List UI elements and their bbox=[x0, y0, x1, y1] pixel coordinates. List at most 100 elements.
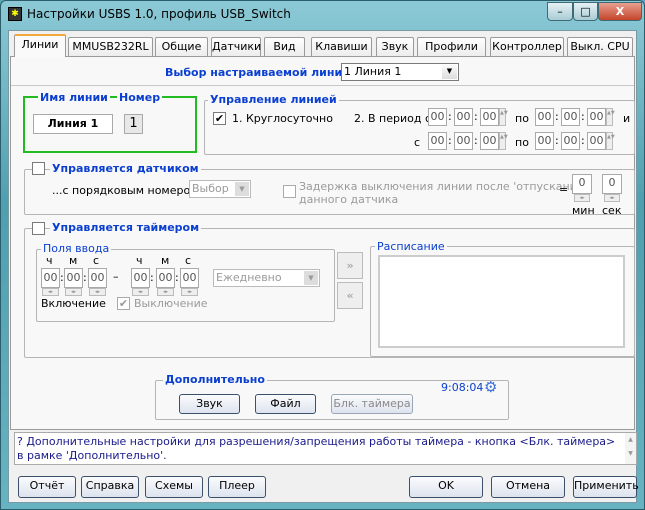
sensor-number-combo[interactable]: Выбор ▼ bbox=[189, 180, 251, 198]
min-label: мин bbox=[572, 204, 595, 217]
timer-title: Управляется таймером bbox=[50, 221, 202, 234]
apply-button[interactable]: Применить bbox=[573, 476, 639, 498]
colon: : bbox=[150, 271, 154, 284]
chevron-down-icon: ▼ bbox=[304, 271, 318, 285]
tab-7[interactable]: Звук bbox=[376, 37, 414, 57]
to-label-1: по bbox=[515, 112, 529, 125]
chevron-down-icon: ▼ bbox=[442, 65, 457, 79]
hint-scrollbar[interactable]: ▲ ▼ bbox=[625, 433, 636, 464]
time-unit-label: с bbox=[185, 254, 192, 267]
file-button[interactable]: Файл bbox=[255, 394, 316, 414]
add-schedule-button[interactable]: » bbox=[337, 252, 363, 279]
timer-spinner[interactable]: ◂▸ bbox=[42, 288, 59, 296]
off-label: Выключение bbox=[134, 297, 208, 310]
timer-checkbox[interactable] bbox=[32, 222, 45, 235]
sound-button[interactable]: Звук bbox=[179, 394, 240, 414]
colon: : bbox=[555, 110, 559, 123]
time-spinner[interactable]: ▲▼ bbox=[606, 132, 615, 150]
repeat-value: Ежедневно bbox=[216, 271, 282, 284]
timer-spinner[interactable]: ◂▸ bbox=[65, 288, 82, 296]
schemes-button[interactable]: Схемы bbox=[145, 476, 203, 498]
line-control-title: Управление линией bbox=[208, 93, 339, 106]
minimize-button[interactable]: – bbox=[547, 2, 573, 21]
block-timer-button[interactable]: Блк. таймера bbox=[331, 394, 413, 414]
close-button[interactable]: X bbox=[598, 2, 642, 21]
time-input[interactable]: 00 bbox=[428, 132, 447, 150]
timer-time-input[interactable]: 00 bbox=[131, 268, 150, 288]
min-spinner[interactable]: ◂▸ bbox=[574, 194, 590, 202]
time-spinner[interactable]: ▲▼ bbox=[499, 132, 508, 150]
time-unit-label: с bbox=[93, 254, 100, 267]
around-clock-label: 1. Круглосуточно bbox=[232, 112, 333, 125]
timer-time-input[interactable]: 00 bbox=[64, 268, 83, 288]
timer-spinner[interactable]: ◂▸ bbox=[181, 288, 198, 296]
tab-6[interactable]: Клавиши bbox=[311, 37, 372, 57]
window-title: Настройки USBS 1.0, профиль USB_Switch bbox=[27, 7, 291, 21]
tab-3[interactable]: Общие bbox=[155, 37, 208, 57]
off-checkbox[interactable]: ✔ bbox=[117, 297, 130, 310]
around-clock-checkbox[interactable]: ✔ bbox=[213, 112, 226, 125]
time-input[interactable]: 00 bbox=[561, 132, 580, 150]
tab-10[interactable]: Выкл. CPU bbox=[567, 37, 633, 57]
sensor-checkbox[interactable] bbox=[32, 162, 45, 175]
tab-2[interactable]: MMUSB232RL bbox=[68, 37, 153, 57]
from-label-2: с bbox=[414, 136, 421, 149]
schedule-title: Расписание bbox=[375, 240, 447, 253]
schedule-list[interactable] bbox=[378, 255, 625, 348]
time-input[interactable]: 00 bbox=[454, 108, 473, 126]
timer-spinner[interactable]: ◂▸ bbox=[132, 288, 149, 296]
time-input[interactable]: 00 bbox=[480, 132, 499, 150]
timer-time-input[interactable]: 00 bbox=[41, 268, 60, 288]
tab-5[interactable]: Вид bbox=[264, 37, 305, 57]
time-input[interactable]: 00 bbox=[535, 108, 554, 126]
delay-sec-input[interactable]: 0 bbox=[602, 174, 622, 194]
delay-label-1: Задержка выключения линии после 'отпуска… bbox=[299, 180, 587, 193]
equals-label: = bbox=[559, 183, 569, 196]
colon: : bbox=[175, 271, 179, 284]
line-name-input[interactable]: Линия 1 bbox=[33, 114, 113, 134]
hint-box: ? Дополнительные настройки для разрешени… bbox=[14, 432, 637, 465]
time-input[interactable]: 00 bbox=[454, 132, 473, 150]
repeat-combo[interactable]: Ежедневно ▼ bbox=[213, 269, 320, 287]
time-input[interactable]: 00 bbox=[535, 132, 554, 150]
tab-8[interactable]: Профили bbox=[417, 37, 486, 57]
colon: : bbox=[581, 110, 585, 123]
maximize-button[interactable]: □ bbox=[573, 2, 598, 21]
time-input[interactable]: 00 bbox=[480, 108, 499, 126]
colon: : bbox=[83, 271, 87, 284]
timer-spinner[interactable]: ◂▸ bbox=[157, 288, 174, 296]
time-input[interactable]: 00 bbox=[428, 108, 447, 126]
colon: : bbox=[555, 134, 559, 147]
time-input[interactable]: 00 bbox=[561, 108, 580, 126]
line-number-label: Номер bbox=[117, 91, 163, 104]
line-select-combo[interactable]: 1 Линия 1 ▼ bbox=[341, 63, 459, 81]
gear-icon[interactable]: ⚙ bbox=[484, 378, 497, 396]
time-input[interactable]: 00 bbox=[587, 108, 606, 126]
on-label: Включение bbox=[41, 297, 106, 310]
tab-1[interactable]: Линии bbox=[14, 34, 66, 57]
and-label: и bbox=[623, 112, 631, 125]
sensor-title: Управляется датчиком bbox=[50, 162, 201, 175]
report-button[interactable]: Отчёт bbox=[18, 476, 76, 498]
remove-schedule-button[interactable]: « bbox=[337, 282, 363, 309]
time-spinner[interactable]: ▲▼ bbox=[499, 108, 508, 126]
time-unit-label: м bbox=[161, 254, 170, 267]
sec-spinner[interactable]: ◂▸ bbox=[604, 194, 620, 202]
time-spinner[interactable]: ▲▼ bbox=[606, 108, 615, 126]
tab-4[interactable]: Датчики bbox=[211, 37, 261, 57]
time-unit-label: м bbox=[69, 254, 78, 267]
help-button[interactable]: Справка bbox=[81, 476, 139, 498]
delay-min-input[interactable]: 0 bbox=[572, 174, 592, 194]
cancel-button[interactable]: Отмена bbox=[491, 476, 565, 498]
timer-time-input[interactable]: 00 bbox=[88, 268, 107, 288]
tab-9[interactable]: Контроллер bbox=[490, 37, 564, 57]
colon: : bbox=[448, 134, 452, 147]
time-input[interactable]: 00 bbox=[587, 132, 606, 150]
timer-time-input[interactable]: 00 bbox=[156, 268, 175, 288]
ok-button[interactable]: OK bbox=[409, 476, 483, 498]
app-icon: ✱ bbox=[8, 7, 22, 21]
delay-checkbox[interactable] bbox=[283, 185, 296, 198]
timer-time-input[interactable]: 00 bbox=[180, 268, 199, 288]
timer-spinner[interactable]: ◂▸ bbox=[89, 288, 106, 296]
player-button[interactable]: Плеер bbox=[208, 476, 266, 498]
